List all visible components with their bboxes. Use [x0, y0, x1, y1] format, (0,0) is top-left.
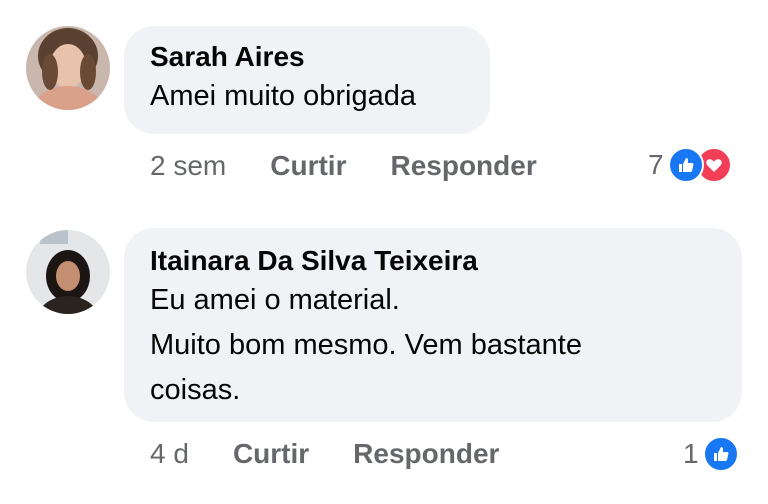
- comment-time[interactable]: 4 d: [150, 438, 189, 470]
- avatar-photo: [26, 230, 110, 314]
- reaction-summary[interactable]: 7: [648, 145, 732, 185]
- avatar[interactable]: [26, 26, 110, 110]
- comment-line: coisas.: [150, 374, 241, 406]
- avatar-photo: [26, 26, 110, 110]
- comment-time[interactable]: 2 sem: [150, 150, 226, 182]
- like-icon: [667, 147, 704, 183]
- comment-actions: 2 sem Curtir Responder: [150, 146, 537, 186]
- comment-author[interactable]: Itainara Da Silva Teixeira: [150, 244, 742, 278]
- like-button[interactable]: Curtir: [270, 150, 346, 182]
- comment-actions: 4 d Curtir Responder: [150, 434, 499, 474]
- reaction-count: 7: [648, 149, 664, 180]
- comment-text: Eu amei o material. Muito bom mesmo. Vem…: [150, 278, 742, 413]
- reply-button[interactable]: Responder: [353, 438, 499, 470]
- reaction-summary[interactable]: 1: [683, 434, 739, 474]
- avatar[interactable]: [26, 230, 110, 314]
- comment-line: Muito bom mesmo. Vem bastante: [150, 329, 582, 361]
- like-button[interactable]: Curtir: [233, 438, 309, 470]
- comment-line: Eu amei o material.: [150, 284, 400, 316]
- comment-line: Amei muito obrigada: [150, 80, 416, 112]
- comment-text: Amei muito obrigada: [150, 74, 490, 119]
- comment: Itainara Da Silva Teixeira Eu amei o mat…: [0, 200, 768, 504]
- reply-button[interactable]: Responder: [390, 150, 536, 182]
- comment-author[interactable]: Sarah Aires: [150, 40, 490, 74]
- comment-bubble: Itainara Da Silva Teixeira Eu amei o mat…: [124, 228, 742, 422]
- comment-bubble: Sarah Aires Amei muito obrigada: [124, 26, 490, 134]
- reaction-count: 1: [683, 438, 699, 469]
- comment: Sarah Aires Amei muito obrigada 2 sem Cu…: [0, 0, 768, 200]
- like-icon: [702, 436, 739, 472]
